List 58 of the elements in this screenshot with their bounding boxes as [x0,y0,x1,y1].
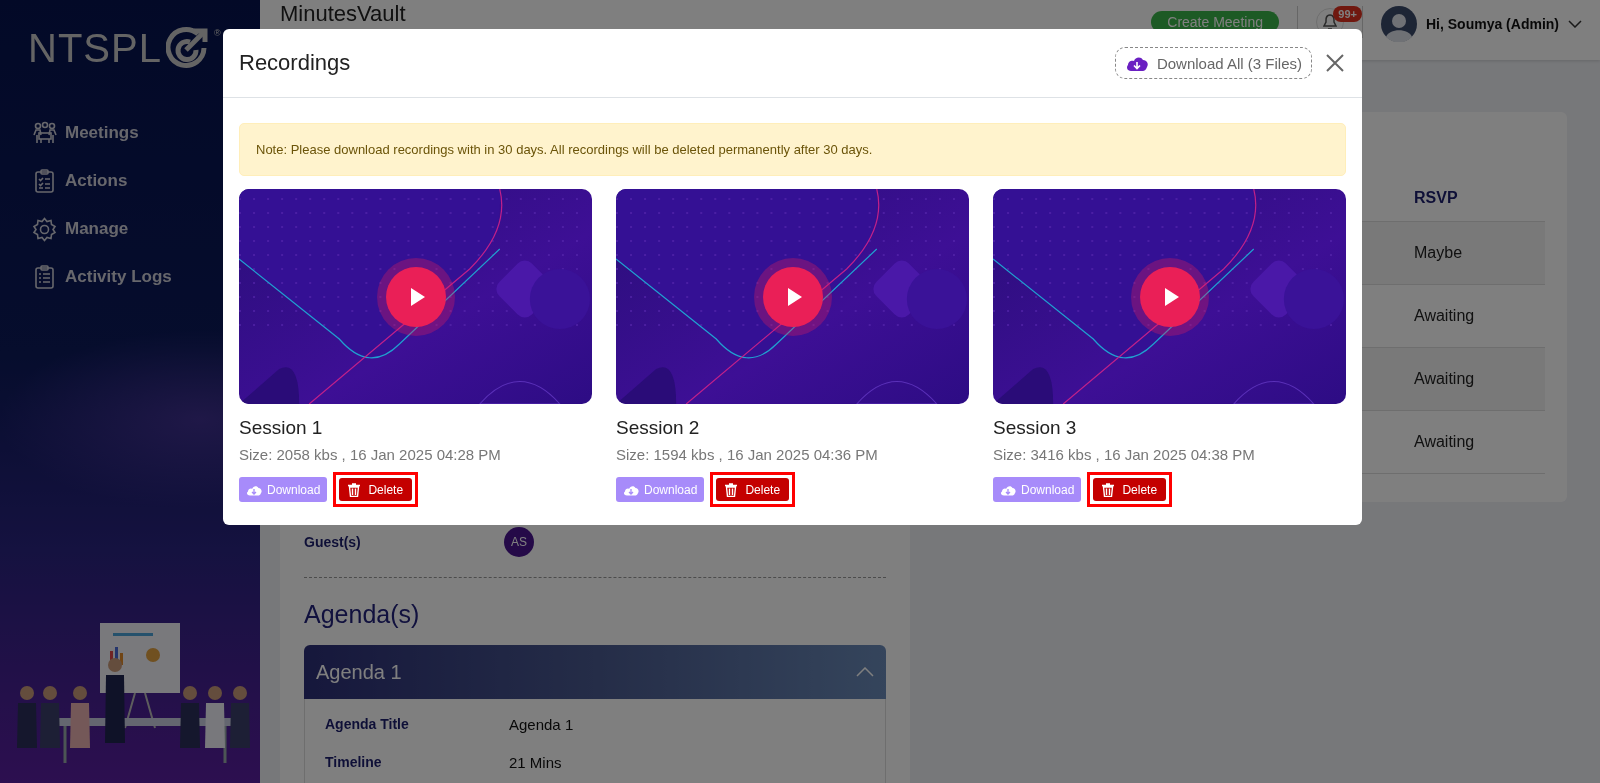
delete-button[interactable]: Delete [1093,478,1167,501]
delete-button[interactable]: Delete [339,478,413,501]
clipboard-icon [32,168,57,194]
play-icon [1163,286,1180,307]
field-value: Agenda 1 [509,715,574,733]
trash-icon [1102,482,1115,497]
download-button[interactable]: Download [993,477,1082,502]
download-all-button[interactable]: Download All (3 Files) [1114,47,1312,79]
trash-icon [348,482,361,497]
target-arrow-icon [165,26,210,70]
close-button[interactable] [1326,54,1344,72]
recording-details: Size: 3416 kbs , 16 Jan 2025 04:38 PM [993,446,1256,463]
bell-icon [1323,14,1337,30]
nav-item[interactable]: Actions [32,168,128,194]
meetings-icon [32,120,57,146]
recording-details: Size: 2058 kbs , 16 Jan 2025 04:28 PM [239,446,502,463]
registered-mark: ® [213,28,221,38]
accordion-header[interactable]: Agenda 1 [304,645,886,699]
cloud-download-icon [623,483,639,496]
cloud-download-icon [246,483,262,496]
section-heading: Agenda(s) [304,600,421,629]
gear-icon [32,216,57,242]
play-icon [409,286,426,307]
download-button[interactable]: Download [616,477,705,502]
trash-icon [725,482,738,497]
table-cell-text: Awaiting [1414,370,1476,388]
avatar-icon [1381,6,1417,42]
dialog-title: Recordings [239,50,351,76]
field-value: 21 Mins [509,753,562,771]
close-icon [1326,54,1344,72]
recording-title: Session 2 [616,417,701,439]
logo-text: NTSPL [28,26,162,70]
recording-title: Session 3 [993,417,1078,439]
table-cell-text: Maybe [1414,244,1464,262]
recording-details: Size: 1594 kbs , 16 Jan 2025 04:36 PM [616,446,879,463]
play-icon [786,286,803,307]
table-cell-text: Awaiting [1414,307,1476,325]
checklist-icon [32,264,57,290]
note-banner: Note: Please download recordings with in 30 days. All recordings will be deleted permanently after 30 days. [239,123,1346,176]
page-title: MinutesVault [280,2,406,26]
guest-avatar: AS [504,527,534,557]
field-label: Agenda Title [325,716,410,732]
delete-button[interactable]: Delete [716,478,790,501]
nav-item[interactable]: Activity Logs [32,264,172,290]
column-header: RSVP [1414,189,1459,207]
user-name: Hi, Soumya (Admin) [1426,16,1559,32]
download-button[interactable]: Download [239,477,328,502]
field-label: Timeline [325,754,383,770]
notification-badge: 99+ [1333,6,1362,22]
nav-item[interactable]: Meetings [32,120,139,146]
table-cell-text: Awaiting [1414,433,1476,451]
chevron-down-icon [1568,20,1582,28]
accordion-title: Agenda 1 [316,660,402,684]
cloud-download-icon [1000,483,1016,496]
nav-item[interactable]: Manage [32,216,129,242]
user-menu[interactable]: Hi, Soumya (Admin) [1381,6,1582,42]
field-label: Guest(s) [304,534,362,550]
recording-title: Session 1 [239,417,324,439]
